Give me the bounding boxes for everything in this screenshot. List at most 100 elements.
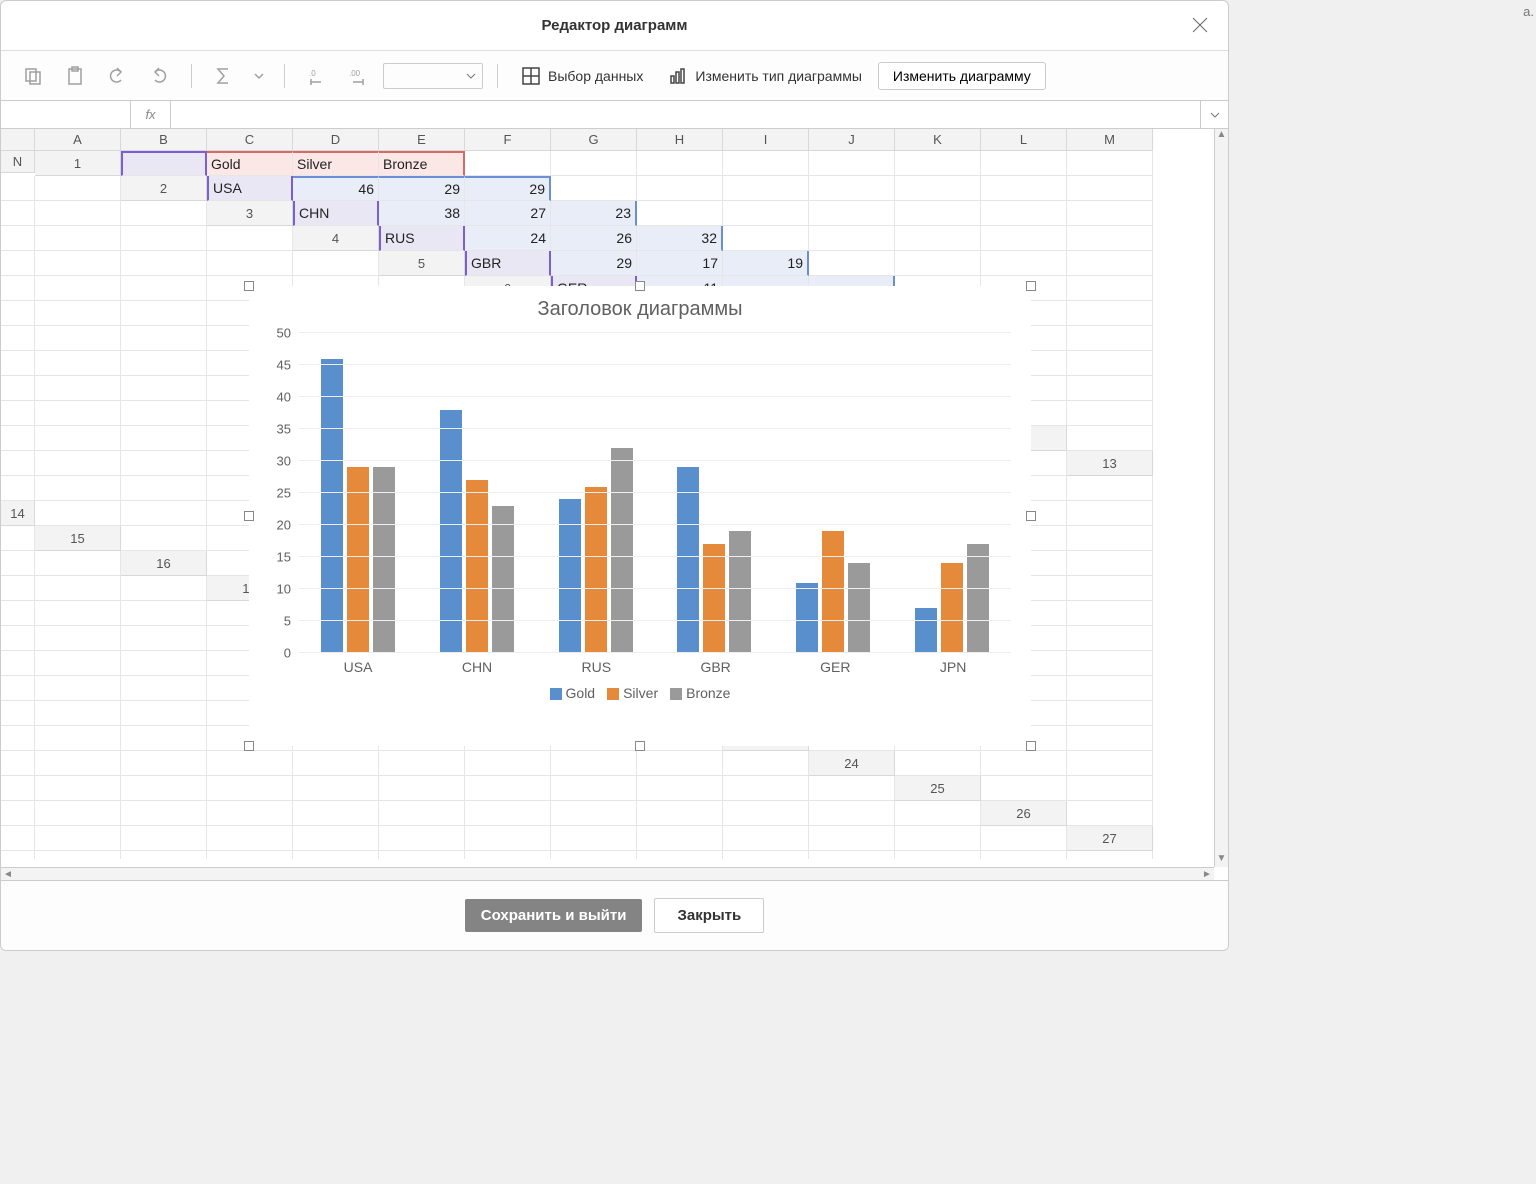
cell-F9[interactable] — [35, 376, 121, 401]
cell-N26[interactable] — [981, 826, 1067, 851]
cell-J19[interactable] — [35, 651, 121, 676]
cell-I20[interactable] — [35, 676, 121, 701]
column-header-I[interactable]: I — [723, 129, 809, 151]
horizontal-scrollbar[interactable]: ◄ ► — [1, 867, 1214, 880]
cell-C11[interactable] — [1, 426, 35, 451]
cell-F8[interactable] — [1, 351, 35, 376]
cell-L2[interactable] — [1, 201, 35, 226]
cell-C27[interactable] — [121, 851, 207, 859]
row-header-16[interactable]: 16 — [121, 551, 207, 576]
cell-J24[interactable] — [465, 776, 551, 801]
cell-E10[interactable] — [35, 401, 121, 426]
cell-K27[interactable] — [809, 851, 895, 859]
cell-N23[interactable] — [723, 751, 809, 776]
cell-M16[interactable] — [35, 576, 121, 601]
cell-C3[interactable]: 27 — [465, 201, 551, 226]
cell-G23[interactable] — [121, 751, 207, 776]
cell-L26[interactable] — [809, 826, 895, 851]
increase-decimal-icon[interactable]: .00 — [347, 64, 371, 88]
row-header-25[interactable]: 25 — [895, 776, 981, 801]
bar-Bronze-GBR[interactable] — [729, 531, 751, 653]
cell-A25[interactable] — [981, 776, 1067, 801]
bar-Silver-GBR[interactable] — [703, 544, 725, 653]
cell-M17[interactable] — [121, 601, 207, 626]
column-header-B[interactable]: B — [121, 129, 207, 151]
column-header-D[interactable]: D — [293, 129, 379, 151]
cell-B13[interactable] — [35, 476, 121, 501]
cell-D2[interactable]: 29 — [465, 176, 551, 201]
cell-A27[interactable] — [1, 851, 35, 859]
change-type-button[interactable]: Изменить тип диаграммы — [659, 63, 872, 89]
cell-F23[interactable] — [35, 751, 121, 776]
cell-I19[interactable] — [1, 651, 35, 676]
column-header-K[interactable]: K — [895, 129, 981, 151]
cell-B11[interactable] — [1067, 401, 1153, 426]
bar-Silver-USA[interactable] — [347, 467, 369, 653]
bar-Silver-JPN[interactable] — [941, 563, 963, 653]
cell-J2[interactable] — [981, 176, 1067, 201]
cell-I25[interactable] — [465, 801, 551, 826]
cell-E27[interactable] — [293, 851, 379, 859]
bar-Gold-GER[interactable] — [796, 583, 818, 653]
resize-handle-n[interactable] — [635, 281, 645, 291]
cell-H1[interactable] — [723, 151, 809, 176]
cell-N27[interactable] — [1067, 851, 1153, 859]
cell-D1[interactable]: Bronze — [379, 151, 465, 176]
cell-E3[interactable] — [637, 201, 723, 226]
cell-F21[interactable] — [1067, 676, 1153, 701]
cell-K5[interactable] — [121, 276, 207, 301]
decrease-decimal-icon[interactable]: .0 — [305, 64, 329, 88]
cell-N16[interactable] — [121, 576, 207, 601]
cell-F24[interactable] — [121, 776, 207, 801]
cell-I5[interactable] — [1, 276, 35, 301]
cell-C24[interactable] — [1067, 751, 1153, 776]
cell-G3[interactable] — [809, 201, 895, 226]
cell-A4[interactable]: RUS — [379, 226, 465, 251]
cell-I7[interactable] — [121, 326, 207, 351]
cell-D3[interactable]: 23 — [551, 201, 637, 226]
cell-G7[interactable] — [1, 326, 35, 351]
cell-G25[interactable] — [293, 801, 379, 826]
cell-H25[interactable] — [379, 801, 465, 826]
bar-Silver-RUS[interactable] — [585, 487, 607, 653]
resize-handle-e[interactable] — [1026, 511, 1036, 521]
close-icon[interactable] — [1190, 15, 1210, 35]
chevron-down-icon[interactable] — [254, 64, 264, 88]
column-header-J[interactable]: J — [809, 129, 895, 151]
cell-D25[interactable] — [35, 801, 121, 826]
column-header-H[interactable]: H — [637, 129, 723, 151]
cell-J6[interactable] — [121, 301, 207, 326]
cell-M24[interactable] — [723, 776, 809, 801]
cell-L3[interactable] — [35, 226, 121, 251]
cell-C4[interactable]: 26 — [551, 226, 637, 251]
cell-M23[interactable] — [637, 751, 723, 776]
cell-C2[interactable]: 29 — [379, 176, 465, 201]
cell-D5[interactable]: 19 — [723, 251, 809, 276]
cell-J20[interactable] — [121, 676, 207, 701]
cell-H20[interactable] — [1, 676, 35, 701]
cell-G27[interactable] — [465, 851, 551, 859]
resize-handle-se[interactable] — [1026, 741, 1036, 751]
column-header-E[interactable]: E — [379, 129, 465, 151]
cell-E1[interactable] — [465, 151, 551, 176]
column-header-N[interactable]: N — [1, 151, 35, 173]
resize-handle-nw[interactable] — [244, 281, 254, 291]
cell-I18[interactable] — [1067, 601, 1153, 626]
cell-D24[interactable] — [1, 776, 35, 801]
cell-M3[interactable] — [121, 226, 207, 251]
cell-E11[interactable] — [121, 426, 207, 451]
bar-Bronze-CHN[interactable] — [492, 506, 514, 653]
cell-G4[interactable] — [895, 226, 981, 251]
bar-Silver-GER[interactable] — [822, 531, 844, 653]
cell-B27[interactable] — [35, 851, 121, 859]
cell-K1[interactable] — [981, 151, 1067, 176]
cell-D4[interactable]: 32 — [637, 226, 723, 251]
cell-K2[interactable] — [1067, 176, 1153, 201]
row-header-3[interactable]: 3 — [207, 201, 293, 226]
row-header-4[interactable]: 4 — [293, 226, 379, 251]
scroll-down-icon[interactable]: ▼ — [1217, 853, 1227, 867]
cell-I27[interactable] — [637, 851, 723, 859]
row-header-5[interactable]: 5 — [379, 251, 465, 276]
row-header-1[interactable]: 1 — [35, 151, 121, 176]
cell-L1[interactable] — [1067, 151, 1153, 176]
